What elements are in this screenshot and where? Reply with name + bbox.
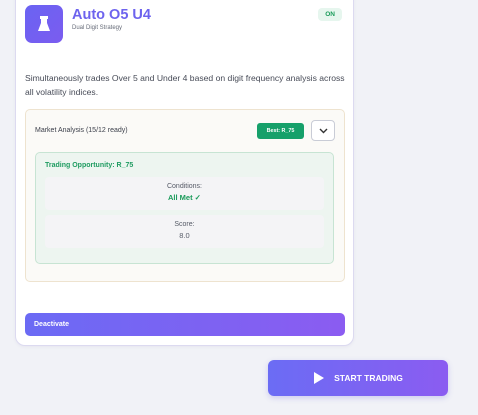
expand-analysis-button[interactable] [311,120,335,141]
best-market-badge: Best: R_75 [257,123,304,139]
chevron-down-icon [319,128,327,133]
status-badge: ON [318,8,342,21]
opportunity-title: Trading Opportunity: R_75 [45,162,134,169]
play-icon [314,372,325,384]
conditions-label: Conditions: [166,183,203,190]
start-trading-button[interactable]: START TRADING [268,360,448,396]
trading-opportunity: Trading Opportunity: R_75 Conditions: Al… [35,152,334,264]
score-label: Score: [174,221,195,228]
deactivate-label: Deactivate [34,321,70,328]
strategy-title: Auto O5 U4 [72,7,151,23]
market-analysis-title: Market Analysis (15/12 ready) [35,127,128,134]
conditions-box: Conditions: All Met ✓ [45,177,324,210]
conditions-value: All Met ✓ [168,193,201,202]
strategy-logo [25,5,63,43]
strategy-description: Simultaneously trades Over 5 and Under 4… [25,73,345,97]
flask-icon [38,16,50,31]
score-box: Score: 8.0 [45,215,324,248]
deactivate-button[interactable]: Deactivate [25,313,345,336]
start-trading-label: START TRADING [334,373,403,383]
strategy-subtitle: Dual Digit Strategy [72,25,123,31]
score-value: 8.0 [179,231,190,240]
strategy-card: Auto O5 U4 Dual Digit Strategy ON Simult… [15,0,354,346]
market-analysis-panel: Market Analysis (15/12 ready) Best: R_75… [25,109,345,282]
